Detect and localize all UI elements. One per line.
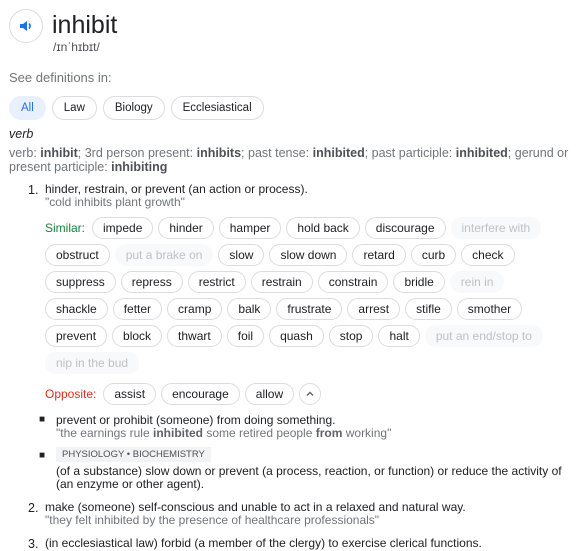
similar-chip[interactable]: curb	[410, 244, 457, 266]
definition: (in ecclesiastical law) forbid (a member…	[45, 536, 482, 550]
subsense-1: ■ prevent or prohibit (someone) from doi…	[39, 414, 563, 440]
sense-number: 2.	[28, 501, 39, 515]
similar-chip[interactable]: balk	[227, 298, 272, 320]
phonetic: /ɪnˈhɪbɪt/	[53, 40, 100, 54]
similar-chip[interactable]: check	[461, 244, 515, 266]
part-of-speech: verb	[9, 127, 34, 141]
similar-chip[interactable]: interfere with	[450, 217, 542, 239]
similar-chip[interactable]: restrict	[187, 271, 246, 293]
similar-chip[interactable]: bridle	[393, 271, 445, 293]
similar-chip[interactable]: fetter	[112, 298, 163, 320]
similar-chip[interactable]: shackle	[45, 298, 108, 320]
sense-number: 3.	[28, 537, 39, 551]
similar-chip[interactable]: slow	[218, 244, 265, 266]
similar-chip[interactable]: cramp	[167, 298, 223, 320]
similar-chip[interactable]: foil	[226, 325, 265, 347]
similar-chip[interactable]: smother	[456, 298, 523, 320]
similar-chip[interactable]: hinder	[158, 217, 214, 239]
subsense-2: ■ PHYSIOLOGY • BIOCHEMISTRY (of a substa…	[39, 446, 563, 491]
bullet: ■	[39, 450, 46, 461]
similar-chip[interactable]: repress	[120, 271, 183, 293]
example: "they felt inhibited by the presence of …	[45, 513, 380, 527]
tab-law[interactable]: Law	[51, 96, 97, 120]
similar-words: Similar: impede hinder hamper hold back disc…	[45, 217, 560, 374]
similar-chip[interactable]: halt	[378, 325, 420, 347]
tab-biology[interactable]: Biology	[102, 96, 165, 120]
similar-chip[interactable]: put a brake on	[114, 244, 214, 266]
similar-chip[interactable]: block	[112, 325, 163, 347]
similar-chip[interactable]: thwart	[167, 325, 222, 347]
similar-chip[interactable]: frustrate	[276, 298, 343, 320]
verb-forms: verb: inhibit; 3rd person present: inhib…	[9, 146, 569, 174]
collapse-button[interactable]	[299, 383, 322, 405]
similar-chip[interactable]: obstruct	[45, 244, 110, 266]
tab-ecclesiastical[interactable]: Ecclesiastical	[170, 96, 264, 120]
sense-2: 2. make (someone) self-conscious and una…	[28, 501, 563, 527]
opposite-label: Opposite:	[45, 387, 97, 401]
example: "the earnings rule inhibited some retire…	[56, 426, 392, 440]
sense-list: 1. hinder, restrain, or prevent (an acti…	[28, 183, 563, 551]
opposite-words: Opposite: assist encourage allow	[45, 383, 560, 405]
example: "cold inhibits plant growth"	[45, 195, 185, 209]
sense-1: 1. hinder, restrain, or prevent (an acti…	[28, 183, 563, 405]
subject-tag: PHYSIOLOGY • BIOCHEMISTRY	[56, 447, 211, 462]
similar-chip[interactable]: rein in	[449, 271, 505, 293]
similar-label: Similar:	[45, 221, 86, 235]
similar-chip[interactable]: stop	[328, 325, 374, 347]
definition-tabs: All Law Biology Ecclesiastical	[9, 96, 264, 120]
chevron-up-icon	[306, 391, 314, 396]
bullet: ■	[39, 414, 46, 425]
sense-number: 1.	[28, 183, 39, 197]
similar-chip[interactable]: constrain	[317, 271, 389, 293]
definition: (of a substance) slow down or prevent (a…	[56, 464, 562, 491]
similar-chip[interactable]: restrain	[250, 271, 313, 293]
similar-chip[interactable]: hold back	[286, 217, 360, 239]
sense-3: 3. (in ecclesiastical law) forbid (a mem…	[28, 536, 563, 551]
similar-chip[interactable]: impede	[92, 217, 154, 239]
similar-chip[interactable]: quash	[269, 325, 324, 347]
similar-chip[interactable]: prevent	[45, 325, 108, 347]
similar-chip[interactable]: put an end/stop to	[424, 325, 543, 347]
similar-chip[interactable]: discourage	[364, 217, 446, 239]
opposite-chip[interactable]: encourage	[161, 383, 240, 405]
similar-chip[interactable]: arrest	[347, 298, 401, 320]
similar-chip[interactable]: hamper	[218, 217, 282, 239]
speaker-icon	[20, 21, 31, 31]
similar-chip[interactable]: suppress	[45, 271, 116, 293]
opposite-chip[interactable]: assist	[103, 383, 157, 405]
tab-all[interactable]: All	[9, 96, 46, 120]
similar-chip[interactable]: nip in the bud	[45, 352, 140, 374]
similar-chip[interactable]: slow down	[269, 244, 348, 266]
similar-chip[interactable]: retard	[352, 244, 406, 266]
see-definitions-label: See definitions in:	[9, 70, 112, 85]
similar-chip[interactable]: stifle	[405, 298, 452, 320]
speaker-button[interactable]	[9, 9, 43, 43]
headword: inhibit	[52, 11, 118, 39]
opposite-chip[interactable]: allow	[244, 383, 295, 405]
